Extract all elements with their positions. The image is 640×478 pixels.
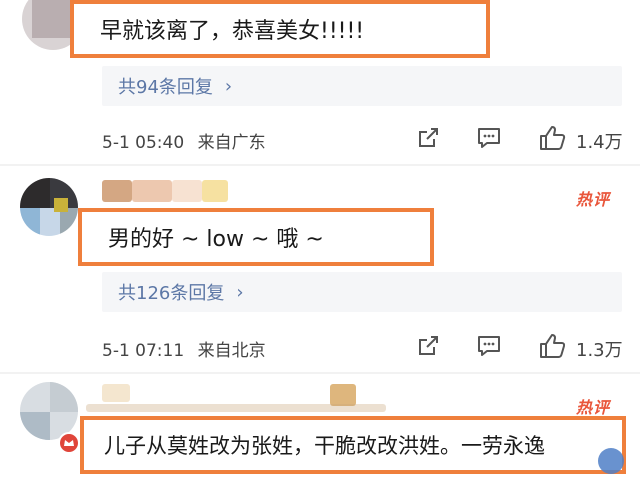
comment-icon[interactable]	[476, 334, 502, 358]
like-count: 1.3万	[576, 340, 623, 361]
reply-thread-link[interactable]: 共126条回复 ›	[102, 272, 622, 312]
reply-count: 共94条回复	[118, 77, 213, 98]
comment-text: 早就该离了，恭喜美女!!!!!	[70, 0, 490, 58]
comment-3-text: 儿子从莫姓改为张姓，干脆改改洪姓。一劳永逸	[104, 434, 545, 458]
thumb-up-icon[interactable]	[538, 124, 566, 152]
hot-comment-badge: 热评	[576, 398, 611, 417]
timestamp: 5-1 07:11	[102, 341, 185, 361]
comment-icon[interactable]	[476, 126, 502, 150]
hot-comment-badge: 热评	[576, 190, 611, 209]
share-icon[interactable]	[416, 334, 440, 358]
username-redacted	[172, 180, 202, 202]
crown-badge-icon	[58, 432, 80, 454]
comment-text: 儿子从莫姓改为张姓，干脆改改洪姓。一劳永逸	[80, 416, 626, 474]
username-redacted[interactable]	[102, 180, 132, 202]
comment-meta: 5-1 07:11 来自北京	[102, 336, 266, 361]
username-redacted	[202, 180, 228, 202]
comment-2-text: 男的好 ~ low ~ 哦 ~	[108, 227, 324, 252]
thumb-up-icon[interactable]	[538, 332, 566, 360]
username-redacted	[330, 384, 356, 406]
comment-meta: 5-1 05:40 来自广东	[102, 128, 266, 153]
reply-thread-link[interactable]: 共94条回复 ›	[102, 66, 622, 106]
watermark-logo	[598, 448, 624, 474]
like-count: 1.4万	[576, 132, 623, 153]
comment-1-text: 早就该离了，恭喜美女!!!!!	[100, 19, 365, 44]
username-redacted[interactable]	[102, 384, 130, 402]
chevron-right-icon: ›	[224, 75, 233, 97]
chevron-right-icon: ›	[236, 281, 244, 303]
timestamp: 5-1 05:40	[102, 133, 185, 153]
divider	[0, 164, 640, 166]
reply-count: 共126条回复	[118, 283, 225, 304]
divider	[0, 372, 640, 374]
username-redacted	[132, 180, 172, 202]
avatar[interactable]	[20, 178, 78, 236]
username-redacted	[86, 404, 386, 412]
location: 来自广东	[197, 133, 266, 153]
comment-text: 男的好 ~ low ~ 哦 ~	[78, 208, 434, 266]
share-icon[interactable]	[416, 126, 440, 150]
location: 来自北京	[197, 341, 266, 361]
